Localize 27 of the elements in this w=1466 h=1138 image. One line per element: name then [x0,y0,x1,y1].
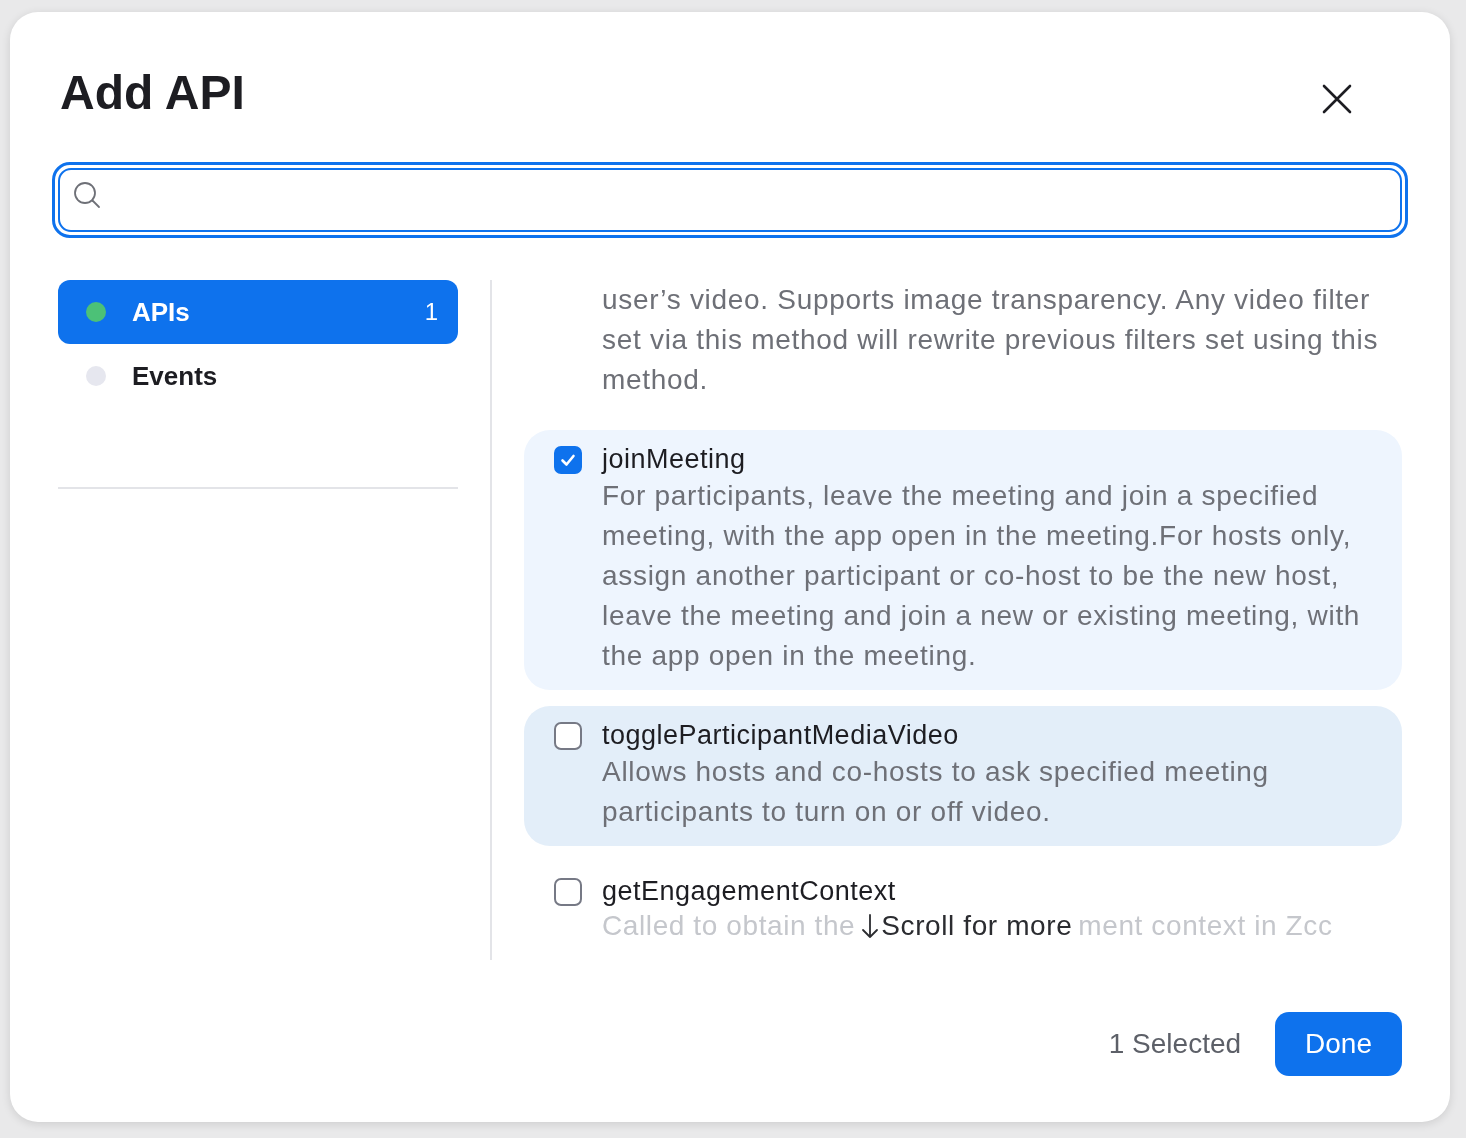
category-tab[interactable]: Events [58,344,458,408]
close-icon [1322,84,1352,114]
checkbox[interactable] [554,722,582,750]
search-icon [72,180,102,210]
checkbox[interactable] [554,446,582,474]
api-option-card[interactable]: toggleParticipantMediaVideo Allows hosts and co-hosts to ask specified meeting participants to turn on or off video. [524,706,1402,846]
selected-count: 1 Selected [1108,1028,1242,1060]
api-name: getEngagementContext [602,875,897,908]
api-description: Allows hosts and co-hosts to ask specified meeting participants to turn on or off video. [602,755,1270,829]
category-count: 1 [424,298,438,326]
api-name: joinMeeting [602,443,747,476]
close-button[interactable] [1322,84,1352,114]
category-label: APIs [132,296,191,328]
down-arrow-icon [861,913,880,939]
api-description: Called to obtain the [602,910,856,942]
api-option-card[interactable] [524,430,1402,690]
api-name: toggleParticipantMediaVideo [602,719,960,752]
category-tab[interactable]: APIs 1 [58,280,458,344]
done-button[interactable]: Done [1275,1012,1402,1076]
dialog-title: Add API [60,64,245,120]
search-field[interactable] [52,162,1408,238]
category-label: Events [132,360,219,392]
api-description: ment context in Zcc [1078,910,1333,942]
scroll-hint[interactable]: Scroll for more [861,910,1073,942]
checkbox[interactable] [554,878,582,906]
api-description: user’s video. Supports image transparency. Any video filter set via this method will rewrite previous filters set using this method. [602,283,1380,397]
api-description: For participants, leave the meeting and join a specified meeting, with the app open in the meeting.For hosts only, assign another participant or co-host to be the new host, leave the meeting and join a new or existing meeting, with the app open in the meeting. [602,479,1362,673]
